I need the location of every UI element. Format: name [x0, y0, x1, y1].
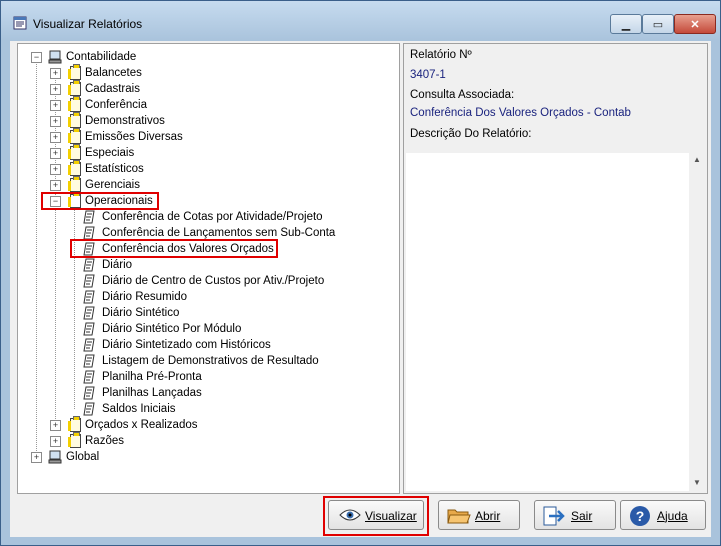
expand-icon[interactable]: +: [50, 420, 61, 431]
expand-icon[interactable]: +: [50, 68, 61, 79]
report-icon: [83, 226, 95, 240]
folder-icon: [68, 416, 81, 432]
report-icon: [83, 274, 95, 288]
tree-label: Diário: [102, 259, 133, 271]
expand-icon[interactable]: +: [50, 436, 61, 447]
tree-label: Balancetes: [85, 67, 142, 79]
tree-label: Orçados x Realizados: [85, 419, 198, 431]
operacionais-highlight: [41, 192, 159, 210]
minimize-button[interactable]: ▁: [610, 14, 642, 34]
expand-icon[interactable]: +: [50, 116, 61, 127]
folder-icon: [68, 96, 81, 112]
tree-label: Conferência: [85, 99, 148, 111]
expand-icon[interactable]: +: [50, 132, 61, 143]
folder-icon: [68, 160, 81, 176]
button-label: Sair: [571, 509, 593, 523]
tree-label: Cadastrais: [85, 83, 140, 95]
minimize-icon: ▁: [621, 18, 631, 31]
folder-icon: [68, 128, 81, 144]
button-label: Abrir: [475, 509, 501, 523]
tree-label: Contabilidade: [66, 51, 137, 63]
folder-icon: [68, 432, 81, 448]
window-title: Visualizar Relatórios: [33, 17, 143, 31]
sair-button[interactable]: Sair: [534, 500, 616, 530]
open-folder-icon: [447, 509, 471, 524]
tree-label: Estatísticos: [85, 163, 144, 175]
report-viewer-window: Visualizar Relatórios ▁ ▭ ✕ − Contabilid…: [0, 0, 721, 546]
selected-report-highlight: [70, 239, 278, 258]
dialog-body: − Contabilidade + Balancetes + Cadastrai…: [10, 41, 711, 537]
svg-text:?: ?: [636, 508, 645, 524]
report-icon: [83, 210, 95, 224]
expand-icon[interactable]: +: [50, 164, 61, 175]
collapse-icon[interactable]: −: [31, 52, 42, 63]
tree-label: Conferência de Cotas por Atividade/Proje…: [102, 211, 323, 223]
report-icon: [83, 290, 95, 304]
report-number-label: Relatório Nº: [410, 49, 472, 61]
tree-label: Diário Resumido: [102, 291, 188, 303]
report-icon: [83, 370, 95, 384]
tree-label: Planilha Pré-Pronta: [102, 371, 202, 383]
computer-icon: [48, 50, 62, 64]
expand-icon[interactable]: +: [31, 452, 42, 463]
tree-label: Emissões Diversas: [85, 131, 183, 143]
report-info-panel: Relatório Nº 3407-1 Consulta Associada: …: [403, 43, 708, 494]
close-icon: ✕: [690, 18, 700, 31]
folder-icon: [68, 80, 81, 96]
report-icon: [83, 386, 95, 400]
description-text[interactable]: [406, 153, 689, 491]
query-value: Conferência Dos Valores Orçados - Contab: [410, 107, 631, 119]
report-icon: [83, 338, 95, 352]
tree-label: Diário Sintetizado com Históricos: [102, 339, 271, 351]
report-number-value: 3407-1: [410, 69, 446, 81]
tree-label: Demonstrativos: [85, 115, 165, 127]
expand-icon[interactable]: +: [50, 84, 61, 95]
report-icon: [83, 402, 95, 416]
query-label: Consulta Associada:: [410, 89, 515, 101]
folder-icon: [68, 112, 81, 128]
tree-label: Gerenciais: [85, 179, 140, 191]
folder-icon: [68, 64, 81, 80]
tree-label: Diário de Centro de Custos por Ativ./Pro…: [102, 275, 325, 287]
computer-icon: [48, 450, 62, 464]
report-icon: [83, 322, 95, 336]
report-icon: [83, 258, 95, 272]
tree-label: Diário Sintético: [102, 307, 180, 319]
description-scrollbar[interactable]: ▲ ▼: [690, 153, 705, 491]
folder-icon: [68, 176, 81, 192]
help-icon: ?: [630, 506, 650, 526]
report-icon: [83, 306, 95, 320]
tree-label: Saldos Iniciais: [102, 403, 176, 415]
folder-icon: [68, 144, 81, 160]
abrir-button[interactable]: Abrir: [438, 500, 520, 530]
tree-label: Planilhas Lançadas: [102, 387, 202, 399]
button-label: Ajuda: [657, 509, 688, 523]
ajuda-button[interactable]: ? Ajuda: [620, 500, 706, 530]
scroll-up-icon[interactable]: ▲: [693, 155, 701, 164]
title-bar[interactable]: Visualizar Relatórios ▁ ▭ ✕: [1, 1, 720, 41]
exit-icon: [543, 506, 565, 526]
tree-label: Listagem de Demonstrativos de Resultado: [102, 355, 319, 367]
tree-label: Diário Sintético Por Módulo: [102, 323, 242, 335]
scroll-down-icon[interactable]: ▼: [693, 478, 701, 487]
maximize-icon: ▭: [652, 18, 664, 31]
tree-label: Especiais: [85, 147, 135, 159]
tree-guide-line: [36, 57, 37, 457]
maximize-button[interactable]: ▭: [642, 14, 674, 34]
description-label: Descrição Do Relatório:: [410, 128, 532, 140]
report-icon: [83, 354, 95, 368]
expand-icon[interactable]: +: [50, 148, 61, 159]
expand-icon[interactable]: +: [50, 180, 61, 191]
report-app-icon: [13, 16, 27, 30]
tree-label: Razões: [85, 435, 124, 447]
report-tree[interactable]: − Contabilidade + Balancetes + Cadastrai…: [17, 43, 400, 494]
visualizar-highlight: [323, 496, 429, 536]
expand-icon[interactable]: +: [50, 100, 61, 111]
tree-label: Global: [66, 451, 100, 463]
close-button[interactable]: ✕: [674, 14, 716, 34]
